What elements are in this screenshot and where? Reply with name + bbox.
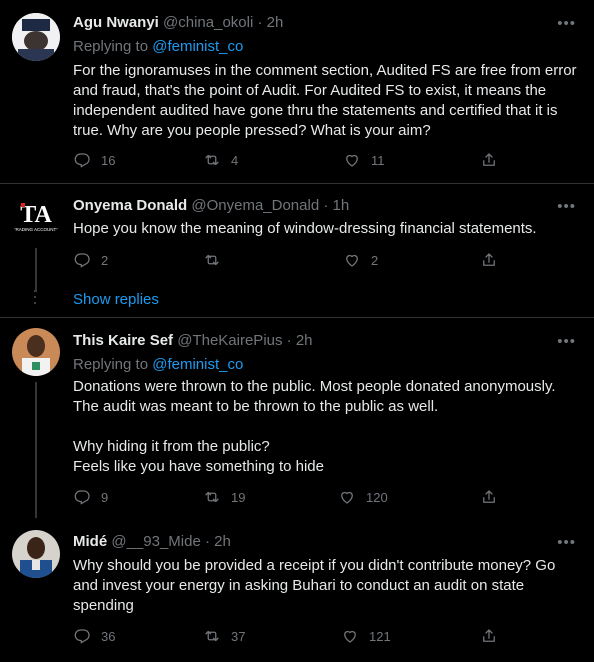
retweet-icon — [205, 630, 219, 642]
retweet-count: 37 — [231, 628, 246, 644]
avatar-image — [12, 13, 60, 61]
like-count: 2 — [371, 252, 379, 268]
avatar[interactable] — [12, 530, 60, 578]
reply-button[interactable]: 2 — [73, 251, 108, 269]
thread-line — [35, 382, 37, 518]
like-count: 120 — [366, 489, 388, 505]
replying-to: Replying to @feminist_co — [73, 37, 243, 57]
user-handle[interactable]: @TheKairePius — [177, 332, 282, 349]
tweet-text: Donations were thrown to the public. Mos… — [73, 378, 556, 475]
user-handle[interactable]: @Onyema_Donald — [191, 197, 319, 214]
share-icon — [483, 490, 495, 503]
tweet-actions: 2 2 — [73, 251, 503, 271]
retweet-icon — [205, 254, 219, 266]
share-button[interactable] — [480, 627, 498, 645]
tweet-text: For the ignoramuses in the comment secti… — [73, 62, 577, 139]
retweet-button[interactable]: 19 — [203, 488, 245, 506]
share-icon — [483, 629, 495, 642]
like-button[interactable]: 121 — [341, 627, 391, 645]
retweet-count: 4 — [231, 152, 239, 168]
reply-count: 16 — [101, 152, 116, 168]
tweet-header: Onyema Donald @Onyema_Donald · 1h — [73, 196, 349, 215]
more-options-icon[interactable]: ••• — [557, 535, 576, 550]
avatar-image — [12, 530, 60, 578]
tweet-text: Why should you be provided a receipt if … — [73, 557, 556, 614]
tweet-3[interactable]: This Kaire Sef @TheKairePius · 2h ••• Re… — [0, 318, 594, 518]
retweet-button[interactable] — [203, 251, 231, 269]
share-icon — [483, 153, 495, 166]
more-options-icon[interactable]: ••• — [557, 16, 576, 31]
display-name[interactable]: This Kaire Sef — [73, 332, 173, 349]
reply-icon — [74, 490, 90, 505]
reply-count: 2 — [101, 252, 109, 268]
heart-icon — [341, 491, 353, 504]
avatar[interactable] — [12, 13, 60, 61]
like-count: 11 — [371, 152, 385, 168]
user-handle[interactable]: @china_okoli — [163, 14, 253, 31]
display-name[interactable]: Agu Nwanyi — [73, 14, 159, 31]
retweet-button[interactable]: 4 — [203, 151, 238, 169]
tweet-actions: 9 19 120 — [73, 488, 503, 508]
retweet-icon — [205, 154, 219, 166]
tweet-4[interactable]: Midé @__93_Mide · 2h ••• Why should you … — [0, 518, 594, 662]
timestamp[interactable]: · 2h — [257, 14, 283, 31]
tweet-actions: 36 37 121 — [73, 627, 503, 647]
like-count: 121 — [369, 628, 391, 644]
avatar-image — [12, 328, 60, 376]
reply-icon — [74, 253, 90, 268]
replying-to: Replying to @feminist_co — [73, 355, 243, 375]
share-button[interactable] — [480, 488, 498, 506]
reply-button[interactable]: 16 — [73, 151, 115, 169]
thread-gap-dots — [34, 290, 37, 308]
replying-to-link[interactable]: @feminist_co — [152, 356, 243, 373]
tweet-actions: 16 4 11 — [73, 151, 503, 171]
reply-button[interactable]: 36 — [73, 627, 115, 645]
user-handle[interactable]: @__93_Mide — [111, 533, 200, 550]
more-options-icon[interactable]: ••• — [557, 334, 576, 349]
like-button[interactable]: 120 — [338, 488, 388, 506]
tweet-header: Midé @__93_Mide · 2h — [73, 532, 231, 551]
like-button[interactable]: 11 — [343, 151, 385, 169]
retweet-count: 19 — [231, 489, 246, 505]
reply-icon — [74, 153, 90, 168]
heart-icon — [346, 254, 358, 267]
tweet-header: Agu Nwanyi @china_okoli · 2h — [73, 13, 283, 32]
thread-line — [35, 248, 37, 292]
heart-icon — [344, 630, 356, 643]
tweet-1[interactable]: Agu Nwanyi @china_okoli · 2h ••• Replyin… — [0, 0, 594, 183]
timestamp[interactable]: · 1h — [323, 197, 349, 214]
avatar[interactable] — [12, 328, 60, 376]
tweet-text: Hope you know the meaning of window-dres… — [73, 220, 537, 237]
share-button[interactable] — [480, 151, 498, 169]
retweet-icon — [205, 491, 219, 503]
avatar[interactable]: TA TRADING ACCOUNTS — [12, 194, 60, 242]
retweet-button[interactable]: 37 — [203, 627, 245, 645]
logo-letters: TA — [20, 202, 52, 228]
timestamp[interactable]: · 2h — [287, 332, 313, 349]
more-options-icon[interactable]: ••• — [557, 199, 576, 214]
logo-caption: TRADING ACCOUNTS — [13, 227, 60, 232]
display-name[interactable]: Onyema Donald — [73, 197, 187, 214]
timestamp[interactable]: · 2h — [205, 533, 231, 550]
reply-count: 36 — [101, 628, 116, 644]
replying-to-link[interactable]: @feminist_co — [152, 38, 243, 55]
replying-to-label: Replying to — [73, 38, 153, 55]
show-replies-link[interactable]: Show replies — [73, 290, 159, 310]
display-name[interactable]: Midé — [73, 533, 107, 550]
like-button[interactable]: 2 — [343, 251, 378, 269]
reply-icon — [74, 629, 90, 644]
reply-count: 9 — [101, 489, 109, 505]
share-button[interactable] — [480, 251, 498, 269]
share-icon — [483, 253, 495, 266]
tweet-header: This Kaire Sef @TheKairePius · 2h — [73, 331, 313, 350]
replying-to-label: Replying to — [73, 356, 153, 373]
tweet-2[interactable]: TA TRADING ACCOUNTS Onyema Donald @Onyem… — [0, 184, 594, 317]
trading-accounts-logo: TA TRADING ACCOUNTS — [12, 194, 60, 242]
heart-icon — [346, 154, 358, 167]
reply-button[interactable]: 9 — [73, 488, 108, 506]
